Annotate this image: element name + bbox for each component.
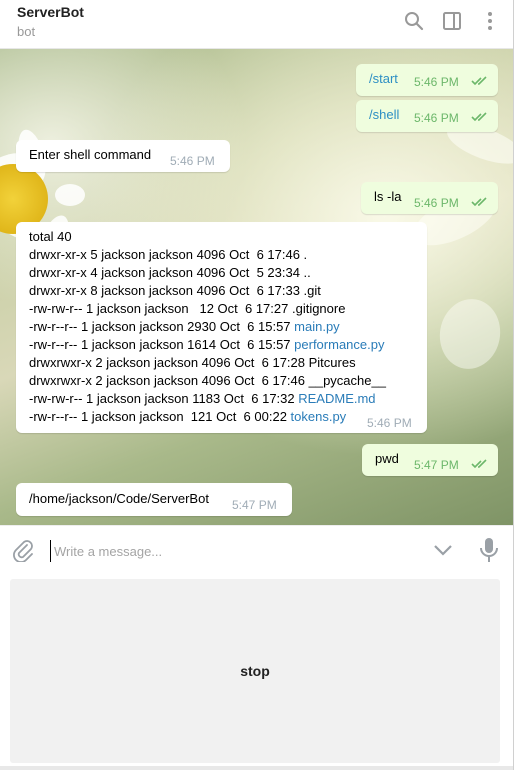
ls-line: drwxr-xr-x 5 jackson jackson 4096 Oct 6 … (29, 247, 308, 262)
message-text[interactable]: Enter shell command (29, 146, 151, 164)
chat-title[interactable]: ServerBot (17, 4, 84, 20)
message-incoming[interactable]: Enter shell command 5:46 PM (16, 140, 230, 172)
chat-subtitle: bot (17, 24, 36, 39)
read-ticks-icon (471, 197, 489, 207)
ls-line: -rw-r--r-- 1 jackson jackson 1614 Oct 6 … (29, 337, 385, 352)
message-time: 5:46 PM (170, 154, 215, 168)
message-time: 5:47 PM (232, 498, 277, 512)
message-outgoing[interactable]: /start 5:46 PM (356, 64, 498, 96)
search-icon[interactable] (403, 10, 425, 32)
ls-line: drwxr-xr-x 8 jackson jackson 4096 Oct 6 … (29, 283, 321, 298)
bottom-divider (0, 766, 513, 770)
message-outgoing[interactable]: ls -la 5:46 PM (361, 182, 498, 214)
message-text[interactable]: /shell (369, 106, 399, 124)
keyboard-button-stop[interactable]: stop (10, 579, 500, 763)
message-outgoing[interactable]: /shell 5:46 PM (356, 100, 498, 132)
file-link[interactable]: tokens.py (291, 409, 347, 424)
ls-line: drwxrwxr-x 2 jackson jackson 4096 Oct 6 … (29, 355, 356, 370)
ls-line: -rw-r--r-- 1 jackson jackson 2930 Oct 6 … (29, 319, 340, 334)
file-link[interactable]: performance.py (294, 337, 384, 352)
chat-header: ServerBot bot (0, 0, 513, 49)
message-input[interactable] (50, 540, 416, 562)
message-text[interactable]: pwd (375, 450, 399, 468)
message-incoming-ls-output[interactable]: total 40 drwxr-xr-x 5 jackson jackson 40… (16, 222, 427, 433)
message-time: 5:46 PM (414, 196, 459, 210)
microphone-icon[interactable] (478, 537, 500, 563)
telegram-window: ServerBot bot /start 5:46 PM /shell 5:46… (0, 0, 514, 770)
ls-line: total 40 (29, 229, 72, 244)
ls-line: -rw-rw-r-- 1 jackson jackson 1183 Oct 6 … (29, 391, 376, 406)
message-incoming[interactable]: /home/jackson/Code/ServerBot 5:47 PM (16, 483, 292, 516)
chevron-down-icon[interactable] (432, 541, 454, 559)
more-vert-icon[interactable] (479, 10, 501, 32)
attach-icon[interactable] (12, 538, 34, 563)
message-outgoing[interactable]: pwd 5:47 PM (362, 444, 498, 476)
message-time: 5:46 PM (414, 111, 459, 125)
message-text[interactable]: ls -la (374, 188, 401, 206)
ls-output-text[interactable]: total 40 drwxr-xr-x 5 jackson jackson 40… (29, 228, 386, 426)
sidebar-toggle-icon[interactable] (441, 10, 463, 32)
file-link[interactable]: main.py (294, 319, 340, 334)
file-link[interactable]: README.md (298, 391, 375, 406)
message-text[interactable]: /home/jackson/Code/ServerBot (29, 490, 209, 508)
message-text[interactable]: /start (369, 70, 398, 88)
ls-line: -rw-rw-r-- 1 jackson jackson 12 Oct 6 17… (29, 301, 346, 316)
ls-line: drwxrwxr-x 2 jackson jackson 4096 Oct 6 … (29, 373, 386, 388)
message-time: 5:46 PM (367, 416, 412, 430)
message-time: 5:47 PM (414, 458, 459, 472)
read-ticks-icon (471, 76, 489, 86)
message-composer (0, 525, 513, 574)
message-time: 5:46 PM (414, 75, 459, 89)
ls-line: -rw-r--r-- 1 jackson jackson 121 Oct 6 0… (29, 409, 347, 424)
bot-keyboard: stop (0, 573, 513, 770)
ls-line: drwxr-xr-x 4 jackson jackson 4096 Oct 5 … (29, 265, 311, 280)
chat-history[interactable]: /start 5:46 PM /shell 5:46 PM Enter shel… (0, 49, 513, 525)
read-ticks-icon (471, 112, 489, 122)
read-ticks-icon (471, 459, 489, 469)
